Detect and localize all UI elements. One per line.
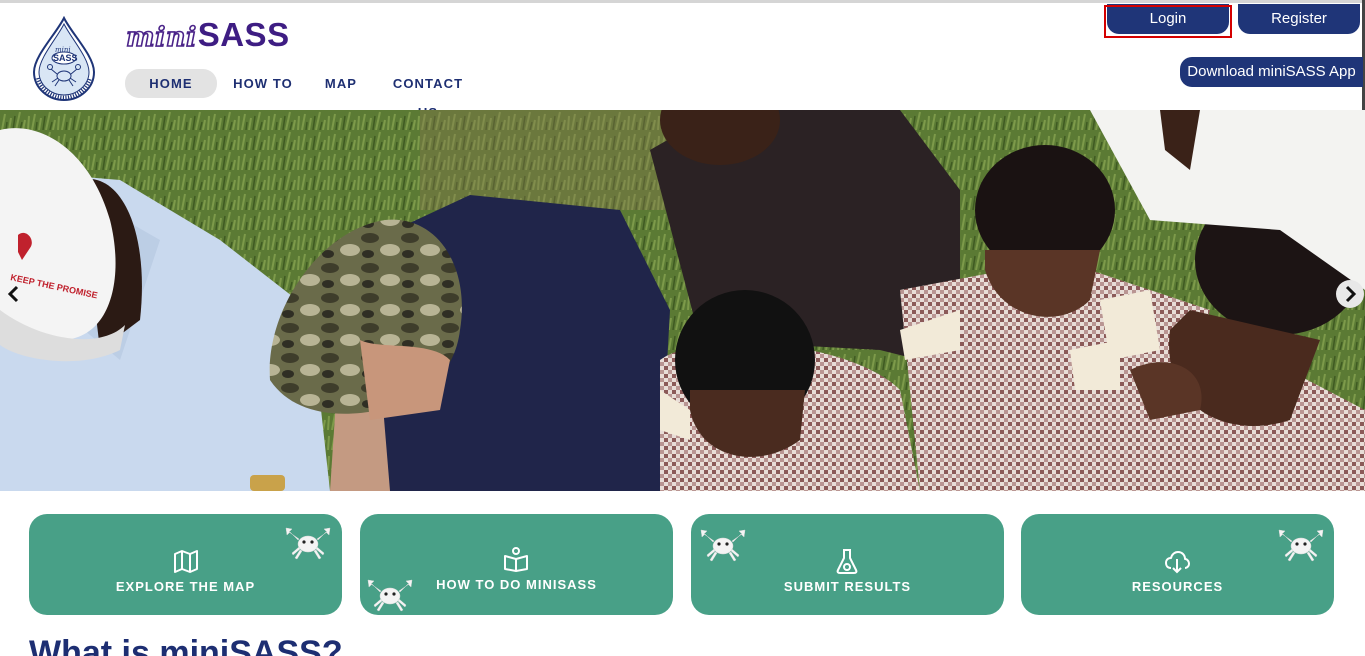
card-resources[interactable]: RESOURCES (1021, 514, 1334, 615)
nav-map[interactable]: MAP (321, 69, 361, 98)
card-how-to-do-minisass[interactable]: HOW TO DO MINISASS (360, 514, 673, 615)
carousel-next-button[interactable] (1336, 280, 1364, 308)
nav-how-to[interactable]: HOW TO (227, 69, 299, 98)
crab-icon (700, 529, 746, 562)
card-label: RESOURCES (1131, 579, 1224, 594)
hero-photo: KEEP THE PROMISE (0, 110, 1365, 491)
login-highlight-outline (1104, 5, 1232, 38)
book-reader-icon (504, 547, 528, 572)
section-heading: What is miniSASS? (29, 634, 343, 656)
map-icon (174, 550, 198, 573)
nav-home[interactable]: HOME (125, 69, 217, 98)
page: mini SASS mini SASS HOME HOW TO MAP CONT… (0, 0, 1365, 656)
chevron-left-icon (7, 285, 19, 303)
card-label: SUBMIT RESULTS (783, 579, 912, 594)
crab-icon (285, 527, 331, 560)
register-button[interactable]: Register (1238, 4, 1360, 34)
cloud-download-icon (1165, 551, 1190, 574)
card-label: HOW TO DO MINISASS (436, 577, 597, 592)
chevron-right-icon (1345, 285, 1357, 303)
card-explore-map[interactable]: EXPLORE THE MAP (29, 514, 342, 615)
brand-sass: SASS (197, 16, 290, 53)
minisass-logo[interactable]: mini SASS (30, 16, 98, 102)
carousel-prev-button[interactable] (0, 280, 28, 308)
crab-icon (1278, 529, 1324, 562)
brand-mini: mini (125, 21, 197, 54)
flask-icon (836, 549, 858, 574)
nav-contact-us[interactable]: CONTACT US (381, 69, 475, 120)
hero-carousel: KEEP THE PROMISE (0, 110, 1365, 491)
top-border (0, 0, 1365, 3)
card-label: EXPLORE THE MAP (115, 579, 256, 594)
download-app-button[interactable]: Download miniSASS App (1180, 57, 1363, 87)
card-submit-results[interactable]: SUBMIT RESULTS (691, 514, 1004, 615)
svg-text:SASS: SASS (53, 53, 78, 63)
brand-wordmark[interactable]: mini SASS (125, 16, 290, 56)
